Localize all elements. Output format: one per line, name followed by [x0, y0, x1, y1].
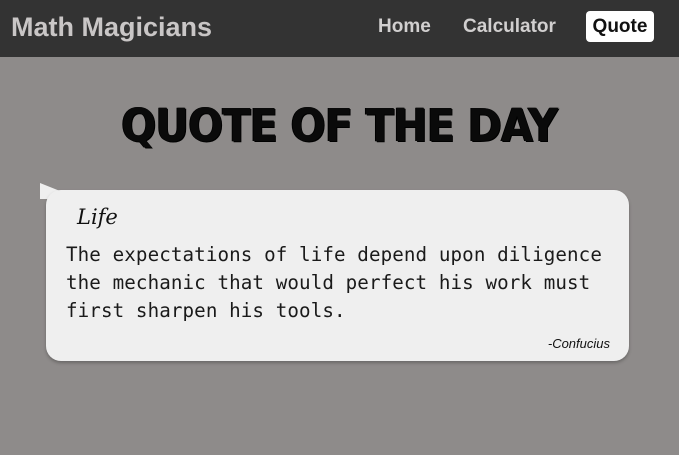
quote-text: The expectations of life depend upon dil… — [66, 243, 602, 322]
quote-card: Life The expectations of life depend upo… — [46, 190, 629, 361]
quote-author: -Confucius — [547, 336, 610, 351]
page-title: QUOTE OF THE DAY — [121, 99, 558, 152]
quote-category: Life — [77, 205, 118, 229]
nav-link-calculator[interactable]: Calculator — [463, 11, 556, 42]
nav-link-home[interactable]: Home — [378, 11, 431, 42]
brand-logo-text[interactable]: Math Magicians — [11, 11, 212, 43]
nav-link-quote[interactable]: Quote — [586, 11, 654, 42]
navbar: Math Magicians Home Calculator Quote — [0, 0, 679, 57]
